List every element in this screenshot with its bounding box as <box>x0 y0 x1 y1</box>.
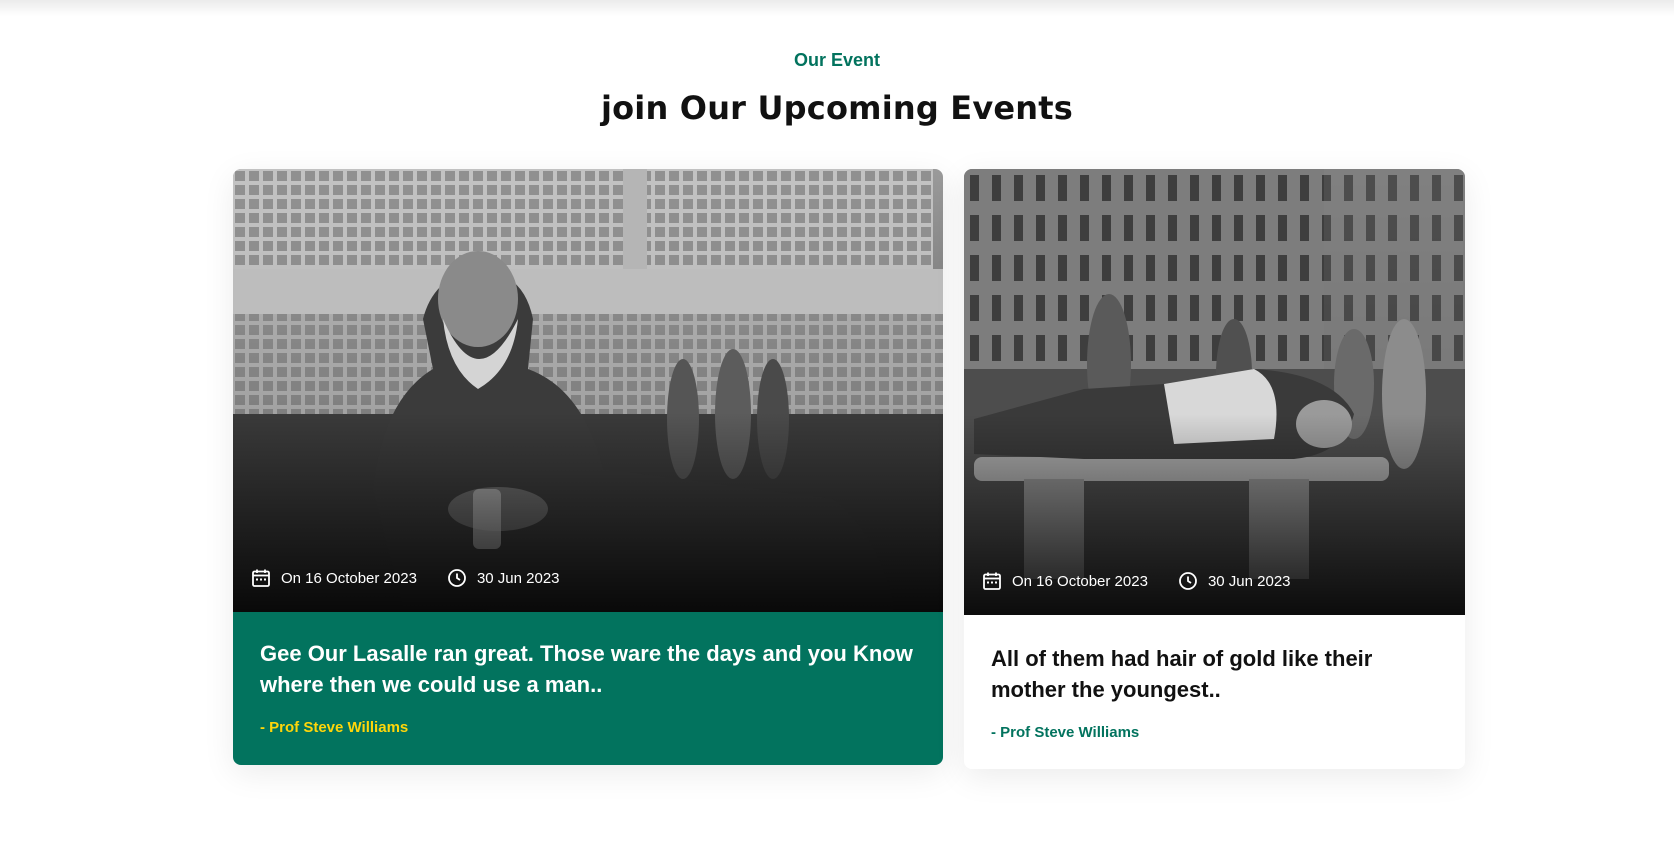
event-time: 30 Jun 2023 <box>1178 571 1291 591</box>
event-card[interactable]: On 16 October 2023 30 Jun 2023 All of th… <box>964 169 1465 769</box>
event-date: On 16 October 2023 <box>251 568 417 588</box>
event-title[interactable]: Gee Our Lasalle ran great. Those ware th… <box>260 638 916 700</box>
event-time-text: 30 Jun 2023 <box>1207 572 1291 590</box>
calendar-icon <box>983 572 1001 590</box>
event-card-body: All of them had hair of gold like their … <box>964 615 1465 769</box>
event-image[interactable]: On 16 October 2023 30 Jun 2023 <box>233 169 943 612</box>
clock-icon <box>1179 572 1197 590</box>
event-date: On 16 October 2023 <box>982 571 1148 591</box>
clock-icon <box>448 569 466 587</box>
events-section-header: Our Event join Our Upcoming Events <box>0 46 1674 128</box>
event-time: 30 Jun 2023 <box>447 568 560 588</box>
event-time-text: 30 Jun 2023 <box>476 569 560 587</box>
event-title[interactable]: All of them had hair of gold like their … <box>991 643 1438 705</box>
event-card-body: Gee Our Lasalle ran great. Those ware th… <box>233 612 943 765</box>
event-date-text: On 16 October 2023 <box>1012 572 1148 590</box>
event-author: - Prof Steve Williams <box>260 719 409 736</box>
event-meta: On 16 October 2023 30 Jun 2023 <box>982 571 1291 591</box>
calendar-icon <box>252 569 270 587</box>
section-eyebrow: Our Event <box>793 50 881 70</box>
event-photo-homeless-man-sitting <box>233 169 943 612</box>
section-heading: join Our Upcoming Events <box>600 89 1074 127</box>
event-date-text: On 16 October 2023 <box>281 569 417 587</box>
event-photo-man-sleeping-on-bench <box>964 169 1465 615</box>
event-card[interactable]: On 16 October 2023 30 Jun 2023 Gee Our L… <box>233 169 943 765</box>
event-author: - Prof Steve Williams <box>991 724 1140 741</box>
event-meta: On 16 October 2023 30 Jun 2023 <box>251 568 560 588</box>
event-image[interactable]: On 16 October 2023 30 Jun 2023 <box>964 169 1465 615</box>
header-shadow <box>0 0 1674 16</box>
